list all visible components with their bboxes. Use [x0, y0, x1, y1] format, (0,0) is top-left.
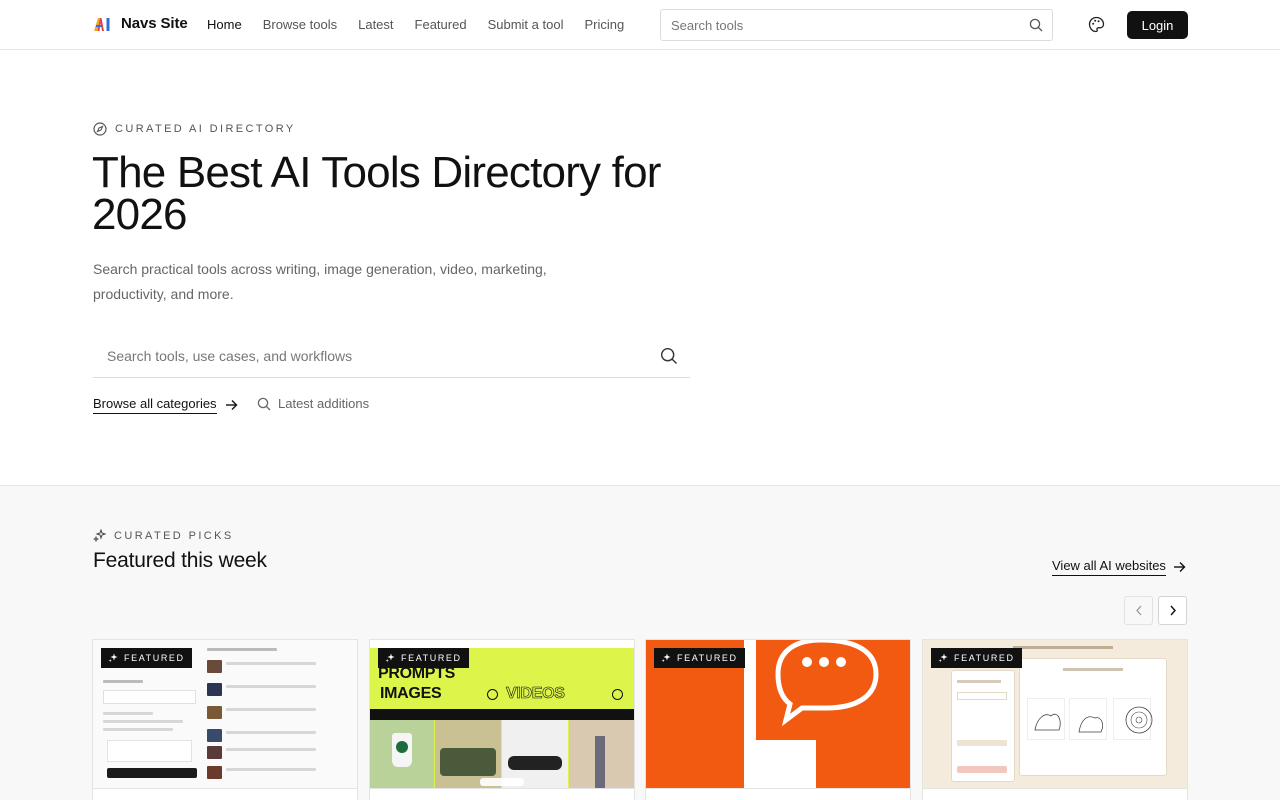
latest-additions-label: Latest additions	[278, 396, 370, 411]
featured-card[interactable]: FEATURED PROMPTS IMAGES VIDEOS	[369, 639, 635, 800]
card-divider	[93, 788, 357, 789]
logo-icon	[94, 17, 110, 31]
chevron-left-icon	[1135, 605, 1141, 616]
nav-home[interactable]: Home	[207, 17, 242, 32]
chevron-right-icon	[1169, 605, 1176, 616]
sparkles-icon	[938, 653, 948, 663]
featured-eyebrow: CURATED PICKS	[93, 529, 234, 542]
nav-submit-tool[interactable]: Submit a tool	[488, 17, 564, 32]
main-nav: Home Browse tools Latest Featured Submit…	[207, 17, 624, 32]
carousel-next-button[interactable]	[1158, 596, 1187, 625]
card-divider	[646, 788, 910, 789]
search-icon	[257, 397, 271, 410]
logo-text: Navs Site	[121, 15, 188, 32]
hero-eyebrow-text: CURATED AI DIRECTORY	[115, 123, 296, 135]
featured-badge-label: FEATURED	[401, 653, 462, 663]
featured-badge: FEATURED	[378, 648, 469, 668]
site-header: Navs Site Home Browse tools Latest Featu…	[0, 0, 1280, 50]
site-logo[interactable]: Navs Site	[93, 15, 188, 32]
featured-card[interactable]: FEATURED	[645, 639, 911, 800]
browse-categories-label: Browse all categories	[93, 396, 217, 414]
view-all-label: View all AI websites	[1052, 558, 1166, 576]
browse-categories-link[interactable]: Browse all categories	[93, 396, 238, 414]
search-icon[interactable]	[660, 347, 678, 365]
nav-browse-tools[interactable]: Browse tools	[263, 17, 337, 32]
card-divider	[370, 788, 634, 789]
sparkles-icon	[108, 653, 118, 663]
featured-badge-label: FEATURED	[954, 653, 1015, 663]
preview-word-images: IMAGES	[380, 685, 442, 702]
latest-additions-link[interactable]: Latest additions	[257, 396, 369, 411]
hero-eyebrow: CURATED AI DIRECTORY	[93, 122, 296, 136]
nav-pricing[interactable]: Pricing	[584, 17, 624, 32]
nav-latest[interactable]: Latest	[358, 17, 393, 32]
header-search	[660, 9, 1053, 41]
featured-card[interactable]: FEATURED	[92, 639, 358, 800]
hero-search-input[interactable]	[93, 334, 633, 378]
featured-title: Featured this week	[93, 549, 267, 572]
featured-badge: FEATURED	[931, 648, 1022, 668]
featured-badge-label: FEATURED	[677, 653, 738, 663]
compass-icon	[93, 122, 107, 136]
arrow-right-icon	[1173, 562, 1186, 572]
hero-section: CURATED AI DIRECTORY The Best AI Tools D…	[0, 51, 1280, 485]
sparkles-icon	[385, 653, 395, 663]
nav-featured[interactable]: Featured	[415, 17, 467, 32]
search-icon[interactable]	[1029, 18, 1043, 32]
view-all-link[interactable]: View all AI websites	[1052, 558, 1186, 576]
arrow-right-icon	[225, 400, 238, 410]
featured-badge-label: FEATURED	[124, 653, 185, 663]
featured-badge: FEATURED	[654, 648, 745, 668]
hero-subtitle: Search practical tools across writing, i…	[93, 261, 547, 302]
featured-card[interactable]: FEATURED	[922, 639, 1188, 800]
login-button[interactable]: Login	[1127, 11, 1188, 39]
hero-title: The Best AI Tools Directory for 2026	[92, 148, 661, 239]
featured-badge: FEATURED	[101, 648, 192, 668]
palette-icon[interactable]	[1088, 16, 1105, 33]
featured-eyebrow-text: CURATED PICKS	[114, 529, 234, 542]
header-search-input[interactable]	[661, 10, 1001, 40]
sparkles-icon	[661, 653, 671, 663]
preview-word-videos: VIDEOS	[506, 685, 566, 703]
sparkles-icon	[93, 529, 106, 542]
hero-search	[93, 334, 690, 378]
featured-section: CURATED PICKS Featured this week View al…	[0, 485, 1280, 800]
carousel-prev-button[interactable]	[1124, 596, 1153, 625]
card-divider	[923, 788, 1187, 789]
